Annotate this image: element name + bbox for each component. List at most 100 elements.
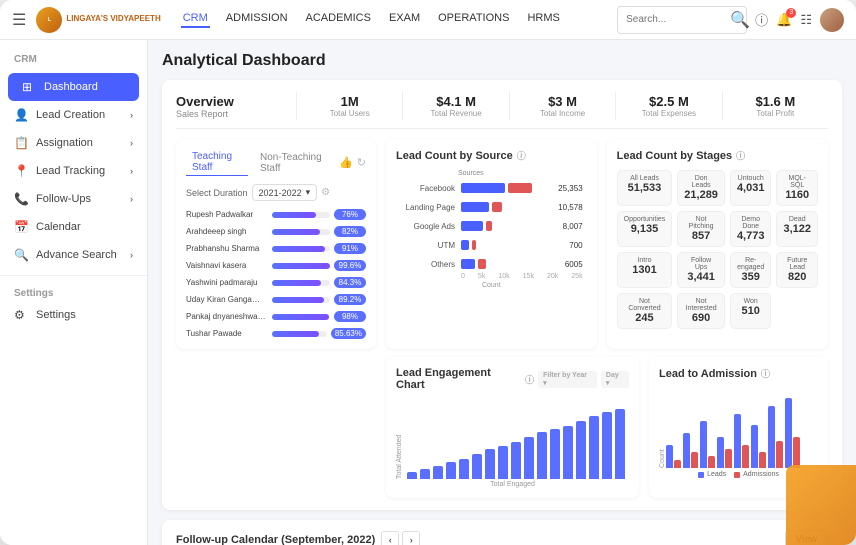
- bar-column: [459, 459, 469, 479]
- staff-item: Pankaj dnyaneshwar dhotre 98%: [186, 311, 366, 322]
- overview-header: Overview Sales Report 1M Total Users $4.…: [176, 92, 828, 129]
- source-bar-blue: [461, 202, 489, 212]
- nav-admission[interactable]: ADMISSION: [224, 12, 290, 28]
- user-icon[interactable]: ☷: [800, 12, 812, 28]
- logo: L LINGAYA'S VIDYAPEETH: [36, 7, 160, 33]
- prev-arrow[interactable]: ‹: [381, 531, 399, 545]
- admission-title: Lead to Admission ⓘ: [659, 367, 818, 380]
- lead-source-title: Lead Count by Source ⓘ: [396, 149, 587, 162]
- sidebar-divider: [0, 275, 147, 276]
- sidebar-item-label: Lead Tracking: [36, 165, 122, 177]
- source-bars: [461, 257, 559, 271]
- chevron-icon: ›: [130, 194, 133, 204]
- bar-group: [683, 433, 698, 468]
- logo-text: LINGAYA'S VIDYAPEETH: [66, 15, 160, 24]
- staff-card: Teaching Staff Non-Teaching Staff 👍 ↻ Se…: [176, 139, 376, 349]
- staff-item: Rupesh Padwalkar 76%: [186, 209, 366, 220]
- sidebar-item-settings[interactable]: ⚙ Settings: [0, 301, 147, 329]
- staff-bar-section: 98%: [272, 311, 366, 322]
- staff-bar-fill: [272, 280, 321, 286]
- search-input[interactable]: [626, 14, 726, 25]
- stage-value: 690: [684, 312, 718, 324]
- sidebar-item-follow-ups[interactable]: 📞 Follow-Ups ›: [0, 185, 147, 213]
- staff-bar-section: 91%: [272, 243, 366, 254]
- bar-fill: [589, 416, 599, 479]
- empty-placeholder: [176, 357, 376, 498]
- search-icon: 🔍: [730, 10, 750, 30]
- stat-label: Total Profit: [733, 109, 818, 118]
- source-bar-blue: [461, 259, 475, 269]
- source-bar-red: [508, 183, 532, 193]
- bar-column: [537, 432, 547, 479]
- grouped-bar-chart: [666, 388, 818, 468]
- stage-value: 820: [783, 271, 811, 283]
- search-bar[interactable]: 🔍: [617, 6, 747, 34]
- bar-group: [751, 425, 766, 468]
- top-nav: ☰ L LINGAYA'S VIDYAPEETH CRM ADMISSION A…: [0, 0, 856, 40]
- bar-group: [734, 414, 749, 468]
- next-arrow[interactable]: ›: [402, 531, 420, 545]
- stages-card: Lead Count by Stages ⓘ All Leads 51,533 …: [607, 139, 828, 349]
- duration-dropdown[interactable]: 2021-2022 ▾: [252, 184, 318, 201]
- filter-label[interactable]: Filter by Year ▾: [538, 371, 597, 388]
- sidebar-item-calendar[interactable]: 📅 Calendar: [0, 213, 147, 241]
- source-row: Landing Page 10,578: [400, 200, 583, 214]
- nav-academics[interactable]: ACADEMICS: [304, 12, 373, 28]
- staff-percent: 99.6%: [334, 260, 366, 271]
- sidebar-item-assignation[interactable]: 📋 Assignation ›: [0, 129, 147, 157]
- nav-arrows: ‹ ›: [381, 531, 420, 545]
- hamburger-icon[interactable]: ☰: [12, 10, 26, 30]
- source-label: UTM: [400, 241, 455, 250]
- nav-operations[interactable]: OPERATIONS: [436, 12, 511, 28]
- help-icon[interactable]: ⓘ: [755, 10, 768, 29]
- source-bar-red: [472, 240, 476, 250]
- sidebar-item-label: Calendar: [36, 221, 133, 233]
- tab-teaching[interactable]: Teaching Staff: [186, 149, 248, 176]
- bar-fill: [550, 429, 560, 479]
- sidebar-item-advance-search[interactable]: 🔍 Advance Search ›: [0, 241, 147, 269]
- overview-title-section: Overview Sales Report: [176, 94, 296, 119]
- stat-value: $3 M: [520, 94, 605, 109]
- bar-column: [524, 437, 534, 479]
- info-icon: ⓘ: [525, 373, 534, 386]
- sidebar-item-lead-creation[interactable]: 👤 Lead Creation ›: [0, 101, 147, 129]
- stage-value: 9,135: [624, 223, 666, 235]
- bar-blue: [785, 398, 792, 468]
- sidebar-item-label: Settings: [36, 309, 133, 321]
- bar-blue: [717, 437, 724, 468]
- bar-group: [768, 406, 783, 468]
- day-label[interactable]: Day ▾: [601, 371, 629, 388]
- nav-crm[interactable]: CRM: [181, 12, 210, 28]
- bar-column: [446, 462, 456, 479]
- notification-icon[interactable]: 🔔3: [776, 12, 792, 28]
- bar-blue: [734, 414, 741, 468]
- stage-value: 21,289: [684, 189, 718, 201]
- bar-fill: [459, 459, 469, 479]
- source-count: 6005: [565, 260, 583, 269]
- reload-icon: ↻: [357, 156, 366, 169]
- source-row: Google Ads 8,007: [400, 219, 583, 233]
- nav-exam[interactable]: EXAM: [387, 12, 422, 28]
- tab-non-teaching[interactable]: Non-Teaching Staff: [254, 150, 333, 176]
- staff-bar-fill: [272, 297, 324, 303]
- bar-fill: [511, 442, 521, 479]
- stage-box: Won 510: [730, 293, 772, 329]
- staff-bar-bg: [272, 246, 330, 252]
- source-bars: [461, 200, 552, 214]
- stat-value: $2.5 M: [626, 94, 711, 109]
- source-label: Facebook: [400, 184, 455, 193]
- staff-item: Arahdeeep singh 82%: [186, 226, 366, 237]
- stage-box: MQL-SQL 1160: [776, 170, 818, 206]
- nav-links: CRM ADMISSION ACADEMICS EXAM OPERATIONS …: [181, 12, 562, 28]
- stat-label: Total Revenue: [413, 109, 498, 118]
- staff-item: Vaishnavi kasera 99.6%: [186, 260, 366, 271]
- avatar[interactable]: [820, 8, 844, 32]
- sidebar-item-dashboard[interactable]: ⊞ Dashboard: [8, 73, 139, 101]
- bar-column: [550, 429, 560, 479]
- settings-small-icon: ⚙: [321, 187, 330, 198]
- dashboard-grid: Teaching Staff Non-Teaching Staff 👍 ↻ Se…: [176, 139, 828, 349]
- nav-hrms[interactable]: HRMS: [525, 12, 561, 28]
- sidebar-item-label: Advance Search: [36, 249, 122, 261]
- stage-value: 4,773: [737, 230, 765, 242]
- sidebar-item-lead-tracking[interactable]: 📍 Lead Tracking ›: [0, 157, 147, 185]
